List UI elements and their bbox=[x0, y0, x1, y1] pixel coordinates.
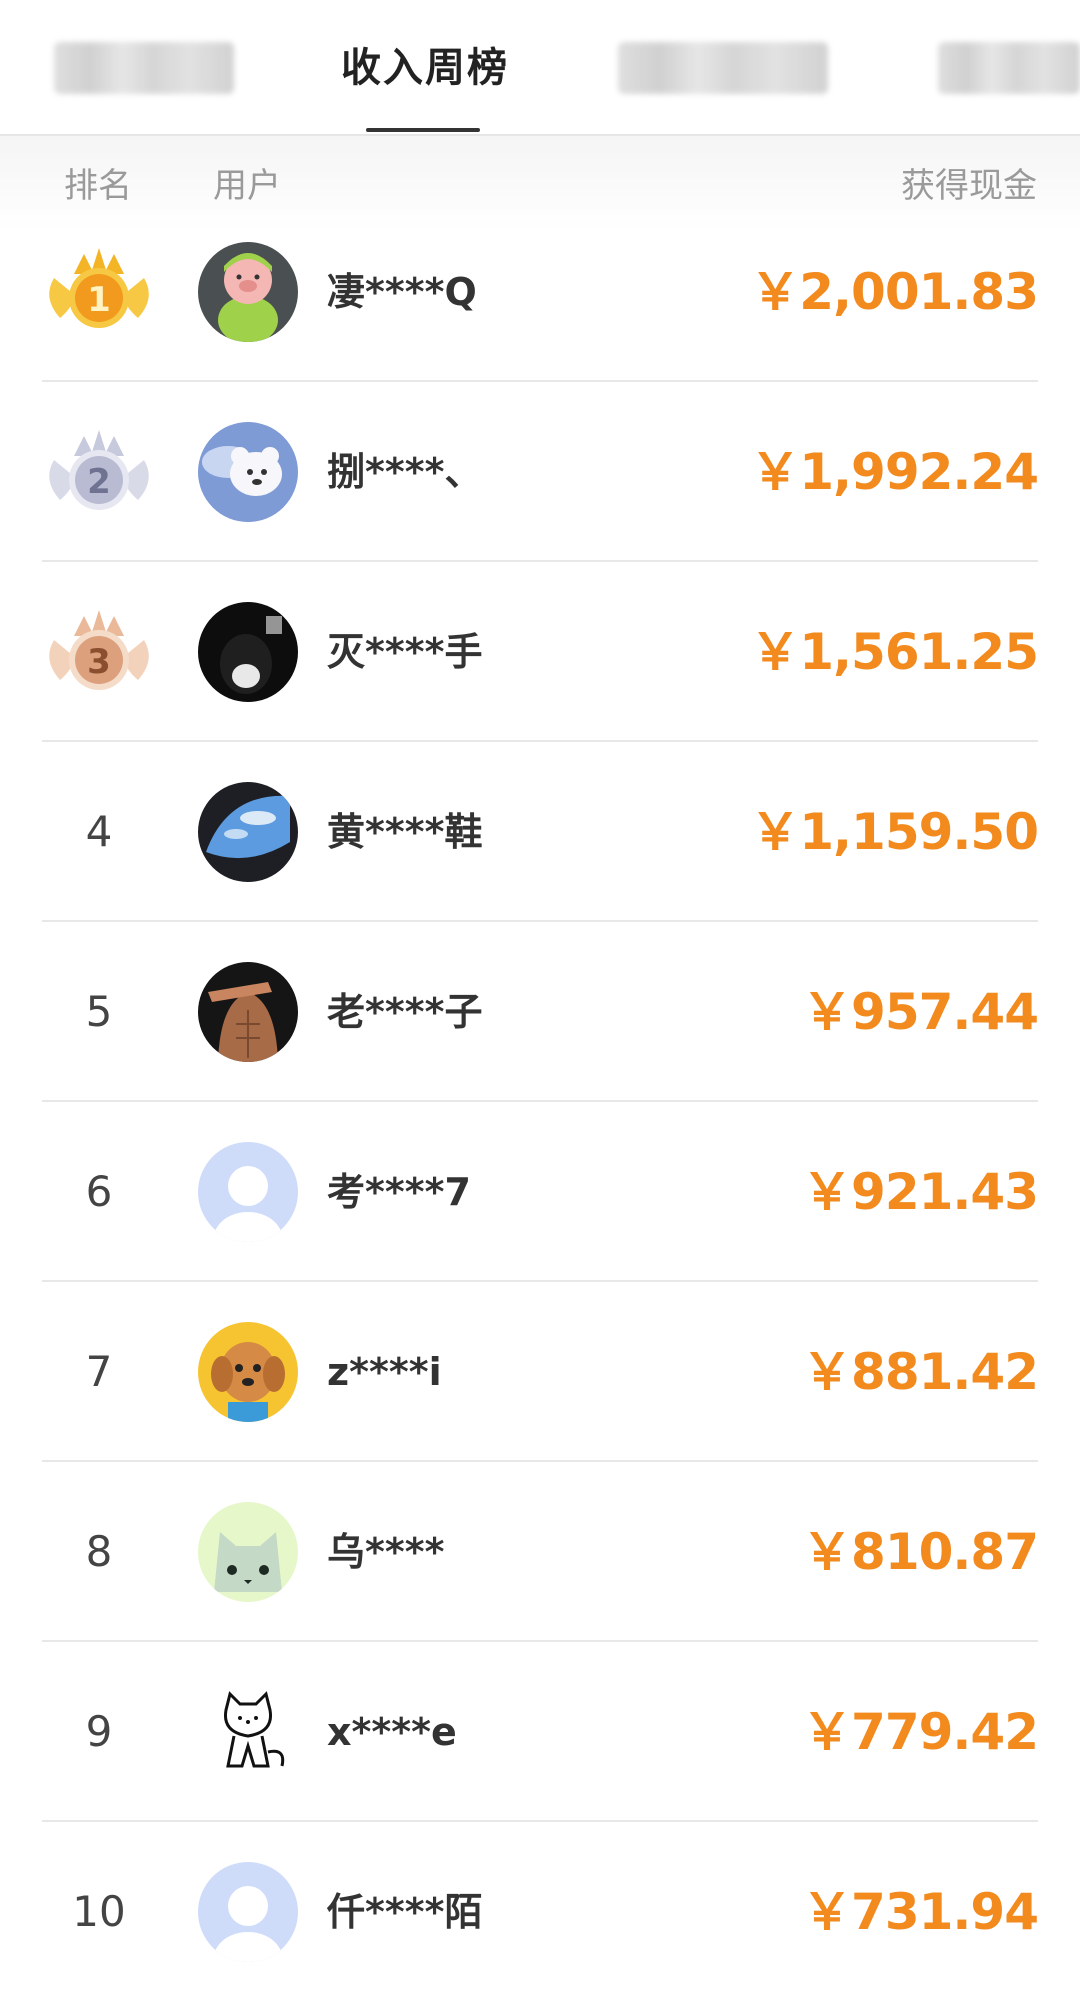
rank-number: 6 bbox=[85, 1167, 113, 1216]
cash-amount: ￥1,561.25 bbox=[750, 623, 1039, 681]
ranking-row[interactable]: 8 乌**** ￥810.87 bbox=[0, 1462, 1080, 1642]
svg-text:2: 2 bbox=[87, 462, 111, 502]
tab-blurred-1[interactable] bbox=[54, 42, 234, 94]
rank-number: 9 bbox=[85, 1707, 113, 1756]
svg-text:1: 1 bbox=[87, 280, 111, 320]
ranking-row[interactable]: 2 捌****、 ￥1,992.24 bbox=[0, 382, 1080, 562]
username: 老****子 bbox=[327, 990, 483, 1034]
username: 捌****、 bbox=[327, 450, 483, 494]
cash-amount: ￥957.44 bbox=[802, 983, 1039, 1041]
cash-amount: ￥810.87 bbox=[802, 1523, 1039, 1581]
tab-blurred-3[interactable] bbox=[938, 42, 1080, 94]
cash-amount: ￥731.94 bbox=[802, 1883, 1039, 1941]
svg-text:3: 3 bbox=[87, 642, 111, 682]
default-avatar[interactable] bbox=[198, 1142, 298, 1242]
rank-number: 7 bbox=[85, 1347, 113, 1396]
cash-amount: ￥921.43 bbox=[802, 1163, 1039, 1221]
dark-portrait-avatar[interactable] bbox=[198, 602, 298, 702]
cash-amount: ￥2,001.83 bbox=[750, 263, 1039, 321]
tab-income-weekly[interactable]: 收入周榜 bbox=[330, 38, 520, 98]
cash-amount: ￥779.42 bbox=[802, 1703, 1039, 1761]
ranking-row[interactable]: 6 考****7 ￥921.43 bbox=[0, 1102, 1080, 1282]
column-header-cash: 获得现金 bbox=[901, 166, 1037, 206]
muscle-avatar[interactable] bbox=[198, 962, 298, 1062]
sky-window-avatar[interactable] bbox=[198, 782, 298, 882]
cash-amount: ￥1,159.50 bbox=[750, 803, 1039, 861]
default-avatar[interactable] bbox=[198, 1862, 298, 1962]
username: 凄****Q bbox=[327, 270, 477, 314]
silver-crown-medal-icon: 2 bbox=[40, 420, 158, 520]
gold-crown-medal-icon: 1 bbox=[40, 240, 158, 340]
username: 乌**** bbox=[327, 1530, 445, 1574]
rank-number: 8 bbox=[85, 1527, 113, 1576]
rank-number: 4 bbox=[85, 807, 113, 856]
sky-bear-avatar[interactable] bbox=[198, 422, 298, 522]
tab-blurred-2[interactable] bbox=[618, 42, 828, 94]
cash-amount: ￥1,992.24 bbox=[750, 443, 1039, 501]
username: 考****7 bbox=[327, 1170, 471, 1214]
ranking-row[interactable]: 4 黄****鞋 ￥1,159.50 bbox=[0, 742, 1080, 922]
ranking-row[interactable]: 9 x****e ￥779.42 bbox=[0, 1642, 1080, 1822]
pig-avatar[interactable] bbox=[198, 242, 298, 342]
tab-bar: 收入周榜 bbox=[0, 0, 1080, 136]
active-tab-indicator bbox=[366, 128, 480, 132]
ranking-row[interactable]: 7 z****i ￥881.42 bbox=[0, 1282, 1080, 1462]
cash-amount: ￥881.42 bbox=[802, 1343, 1039, 1401]
username: z****i bbox=[327, 1350, 442, 1394]
cat-face-avatar[interactable] bbox=[198, 1502, 298, 1602]
dog-avatar[interactable] bbox=[198, 1322, 298, 1422]
ranking-row[interactable]: 10 仟****陌 ￥731.94 bbox=[0, 1822, 1080, 2002]
ranking-row[interactable]: 5 老****子 ￥957.44 bbox=[0, 922, 1080, 1102]
rank-number: 10 bbox=[72, 1887, 126, 1936]
doodle-cat-avatar[interactable] bbox=[198, 1682, 298, 1782]
username: 黄****鞋 bbox=[327, 810, 483, 854]
username: x****e bbox=[327, 1710, 457, 1754]
ranking-row[interactable]: 1 凄****Q ￥2,001.83 bbox=[0, 202, 1080, 382]
column-header-user: 用户 bbox=[213, 166, 281, 206]
username: 灭****手 bbox=[327, 630, 483, 674]
column-header-rank: 排名 bbox=[64, 166, 132, 206]
username: 仟****陌 bbox=[327, 1890, 483, 1934]
bronze-crown-medal-icon: 3 bbox=[40, 600, 158, 700]
rank-number: 5 bbox=[85, 987, 113, 1036]
ranking-row[interactable]: 3 灭****手 ￥1,561.25 bbox=[0, 562, 1080, 742]
